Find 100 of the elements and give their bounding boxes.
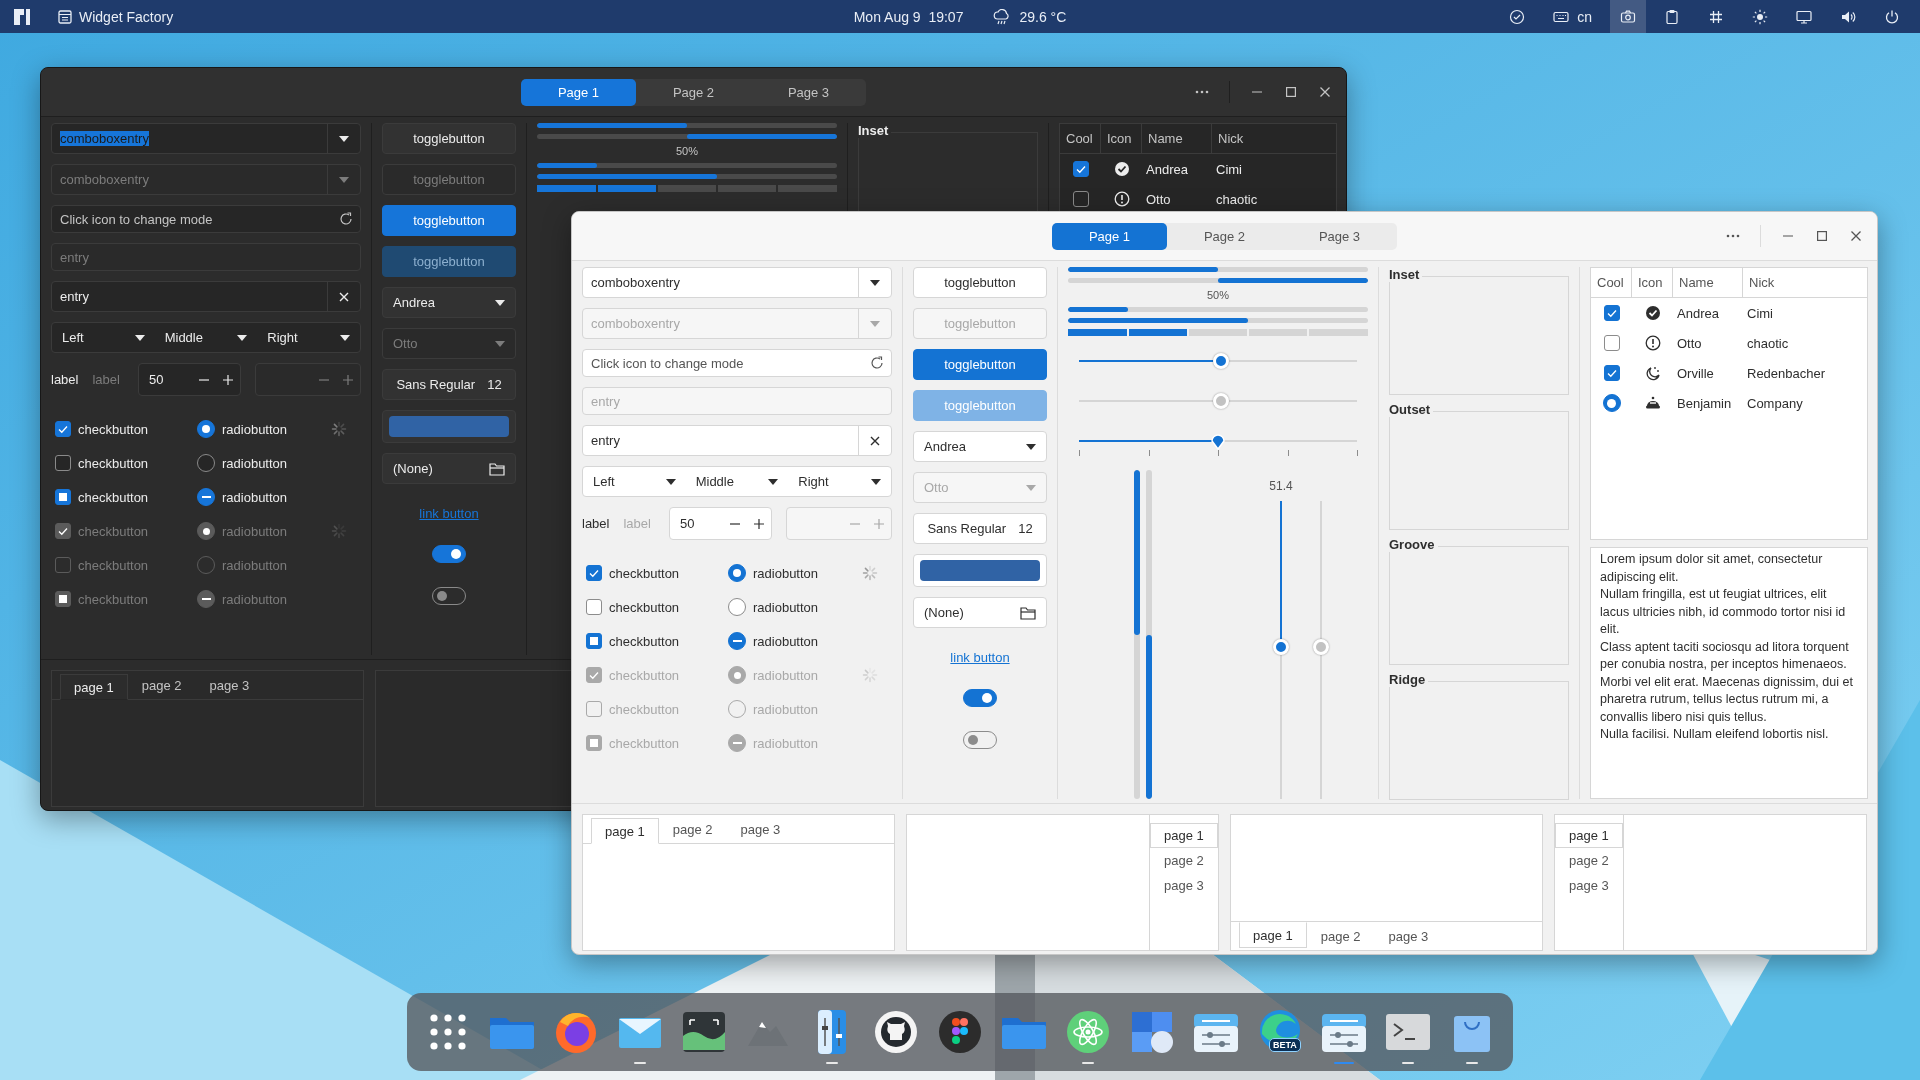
toggle-button[interactable]: togglebutton: [913, 267, 1047, 298]
spin-button[interactable]: 50: [668, 507, 772, 540]
dropdown[interactable]: Middle: [685, 467, 789, 496]
radio-label: radiobutton: [753, 599, 819, 615]
page-tab[interactable]: Page 2: [1167, 222, 1282, 250]
slider-thumb[interactable]: [1273, 639, 1289, 655]
radio-label: radiobutton: [753, 565, 819, 581]
label-text: label: [582, 516, 610, 531]
combo-entry[interactable]: comboboxentry: [51, 123, 361, 154]
text-area[interactable]: [1590, 547, 1868, 799]
color-button[interactable]: [382, 410, 516, 443]
combo-box[interactable]: Andrea: [913, 431, 1047, 462]
checkbox[interactable]: [1603, 365, 1620, 381]
radio-button[interactable]: [197, 454, 215, 472]
checkbox[interactable]: [55, 455, 71, 471]
column-header[interactable]: Cool: [1060, 124, 1101, 153]
column-header[interactable]: Cool: [1591, 268, 1632, 297]
radio-button[interactable]: [197, 420, 215, 438]
frame-label: Inset: [1389, 267, 1423, 282]
radio-button[interactable]: [728, 632, 746, 650]
refresh-icon[interactable]: [870, 356, 884, 370]
slider[interactable]: [1079, 432, 1357, 458]
clock[interactable]: Mon Aug 9 19:07: [853, 8, 964, 25]
switch[interactable]: [963, 689, 997, 707]
text-entry[interactable]: entry: [51, 281, 361, 312]
column-header[interactable]: Nick: [1743, 268, 1867, 297]
page-tab[interactable]: Page 3: [751, 78, 866, 106]
notebook-tab[interactable]: page 2: [658, 815, 727, 843]
link-button[interactable]: link button: [950, 650, 1010, 665]
radio-button[interactable]: [197, 488, 215, 506]
switch[interactable]: [432, 545, 466, 563]
column-header[interactable]: Icon: [1101, 124, 1142, 153]
dropdown[interactable]: Left: [52, 323, 155, 352]
page-tab[interactable]: Page 1: [521, 78, 636, 106]
checkbox[interactable]: [1072, 161, 1089, 177]
checkbox[interactable]: [586, 565, 602, 581]
notebook-tab[interactable]: page 3: [1555, 873, 1623, 898]
slider[interactable]: [1272, 501, 1290, 799]
text-entry[interactable]: Click icon to change mode: [51, 205, 361, 233]
combo-box[interactable]: Andrea: [382, 287, 516, 318]
checkbox[interactable]: [1603, 305, 1620, 321]
dropdown[interactable]: Right: [257, 323, 360, 352]
notebook-tab[interactable]: page 2: [1150, 848, 1218, 873]
frame-label: Inset: [858, 123, 892, 138]
clear-icon: [870, 435, 880, 446]
notebook-tab[interactable]: page 2: [127, 671, 196, 699]
notebook-tab[interactable]: page 1: [1555, 823, 1623, 848]
page-tab[interactable]: Page 2: [636, 78, 751, 106]
notebook-tab[interactable]: page 2: [1555, 848, 1623, 873]
notebook-tab[interactable]: page 3: [726, 815, 795, 843]
checkbox[interactable]: [55, 421, 71, 437]
checkbox[interactable]: [1072, 191, 1089, 207]
file-chooser-button[interactable]: (None): [913, 597, 1047, 628]
slider-thumb[interactable]: [1210, 432, 1226, 450]
checkbox[interactable]: [1603, 335, 1620, 351]
checkbox[interactable]: [586, 599, 602, 615]
radio-button[interactable]: [728, 564, 746, 582]
column-header[interactable]: Name: [1142, 124, 1212, 153]
notebook-tab[interactable]: page 3: [1150, 873, 1218, 898]
radio-button[interactable]: [1602, 394, 1621, 412]
notebook-tab[interactable]: page 1: [591, 818, 659, 844]
menu-icon[interactable]: [14, 8, 30, 25]
refresh-icon[interactable]: [339, 212, 353, 226]
toggle-button[interactable]: togglebutton: [382, 205, 516, 236]
spin-button[interactable]: 50: [137, 363, 241, 396]
column-header[interactable]: Nick: [1212, 124, 1336, 153]
folder-icon: [1020, 605, 1036, 620]
slider[interactable]: [1079, 352, 1357, 370]
notebook-tab[interactable]: page 1: [1239, 922, 1307, 948]
notebook-tab[interactable]: page 1: [60, 674, 128, 700]
column-header[interactable]: Icon: [1632, 268, 1673, 297]
dropdown[interactable]: Right: [788, 467, 891, 496]
page-tab[interactable]: Page 3: [1282, 222, 1397, 250]
notebook-tab[interactable]: page 1: [1150, 823, 1218, 848]
caret-icon: [495, 340, 505, 347]
check-circle-icon: [1113, 161, 1130, 177]
file-chooser-button[interactable]: (None): [382, 453, 516, 484]
radio-button[interactable]: [728, 598, 746, 616]
dropdown[interactable]: Left: [583, 467, 686, 496]
checkbox-label: checkbutton: [609, 565, 680, 581]
column-header[interactable]: Name: [1673, 268, 1743, 297]
page-tab[interactable]: Page 1: [1052, 222, 1167, 250]
font-button[interactable]: Sans Regular 12: [382, 369, 516, 400]
checkbox[interactable]: [586, 633, 602, 649]
text-entry[interactable]: entry: [582, 425, 892, 456]
combo-entry[interactable]: comboboxentry: [582, 267, 892, 298]
table-cell-text: Orville: [1676, 365, 1715, 381]
tray-button[interactable]: [1610, 0, 1646, 33]
notebook-tab[interactable]: page 3: [195, 671, 264, 699]
radio-label: radiobutton: [753, 701, 819, 717]
checkbox[interactable]: [55, 489, 71, 505]
toggle-button[interactable]: togglebutton: [913, 349, 1047, 380]
font-button[interactable]: Sans Regular 12: [913, 513, 1047, 544]
tray-button[interactable]: cn: [1543, 0, 1602, 33]
dropdown[interactable]: Middle: [154, 323, 258, 352]
toggle-button[interactable]: togglebutton: [382, 123, 516, 154]
notebook-tab[interactable]: page 2: [1306, 922, 1375, 950]
notebook-tab[interactable]: page 3: [1374, 922, 1443, 950]
radio-label: radiobutton: [222, 591, 288, 607]
slider-thumb[interactable]: [1212, 353, 1229, 369]
